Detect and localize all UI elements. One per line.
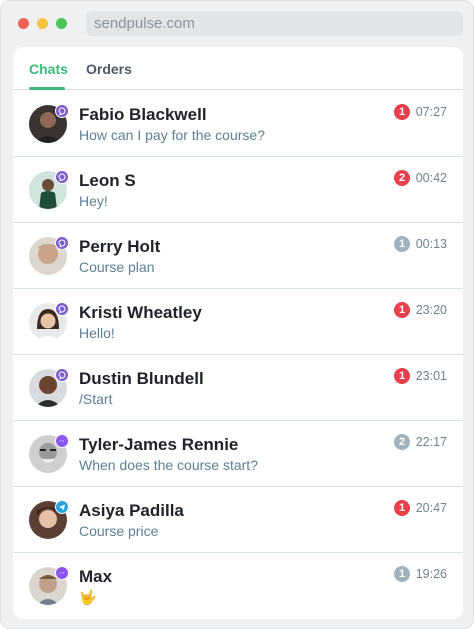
telegram-icon (55, 500, 69, 514)
chat-row-leon-s[interactable]: Leon S Hey! 2 00:42 (13, 157, 463, 223)
last-message: Course price (79, 523, 159, 539)
tab-chats[interactable]: Chats (29, 61, 68, 77)
unread-count-badge: 2 (394, 170, 410, 186)
message-time: 00:13 (415, 237, 447, 251)
address-bar[interactable]: sendpulse.com (86, 11, 463, 36)
unread-count-badge: 1 (394, 104, 410, 120)
chat-row-fabio-blackwell[interactable]: Fabio Blackwell How can I pay for the co… (13, 91, 463, 157)
viber-icon (55, 236, 69, 250)
message-time: 19:26 (415, 567, 447, 581)
contact-name: Dustin Blundell (79, 369, 204, 388)
chat-row-asiya-padilla[interactable]: Asiya Padilla Course price 1 20:47 (13, 487, 463, 553)
contact-name: Tyler-James Rennie (79, 435, 239, 454)
unread-count-badge: 1 (394, 566, 410, 582)
unread-count-badge: 1 (394, 368, 410, 384)
viber-icon (55, 104, 69, 118)
last-message: How can I pay for the course? (79, 127, 265, 143)
contact-name: Fabio Blackwell (79, 105, 207, 124)
tab-orders[interactable]: Orders (86, 61, 132, 77)
chat-row-dustin-blundell[interactable]: Dustin Blundell /Start 1 23:01 (13, 355, 463, 421)
unread-count-badge: 2 (394, 434, 410, 450)
viber-icon (55, 170, 69, 184)
chat-list: Fabio Blackwell How can I pay for the co… (13, 91, 463, 619)
contact-name: Max (79, 567, 113, 586)
chat-row-tyler-james-rennie[interactable]: Tyler-James Rennie When does the course … (13, 421, 463, 487)
message-time: 23:01 (415, 369, 447, 383)
unread-count-badge: 1 (394, 302, 410, 318)
message-time: 07:27 (415, 105, 447, 119)
messenger-icon (55, 566, 69, 580)
viber-icon (55, 302, 69, 316)
contact-name: Asiya Padilla (79, 501, 184, 520)
close-window-button[interactable] (18, 18, 29, 29)
message-time: 23:20 (415, 303, 447, 317)
maximize-window-button[interactable] (56, 18, 67, 29)
active-tab-indicator (29, 87, 65, 90)
last-message: 🤟 (79, 589, 97, 605)
last-message: /Start (79, 391, 113, 407)
title-bar: sendpulse.com (1, 1, 473, 45)
last-message: When does the course start? (79, 457, 258, 473)
chat-row-kristi-wheatley[interactable]: Kristi Wheatley Hello! 1 23:20 (13, 289, 463, 355)
chat-row-max[interactable]: Max 🤟 1 19:26 (13, 553, 463, 619)
unread-count-badge: 1 (394, 500, 410, 516)
tab-bar: Chats Orders (13, 47, 463, 90)
last-message: Hey! (79, 193, 108, 209)
contact-name: Perry Holt (79, 237, 161, 256)
viber-icon (55, 368, 69, 382)
chat-row-perry-holt[interactable]: Perry Holt Course plan 1 00:13 (13, 223, 463, 289)
last-message: Course plan (79, 259, 155, 275)
message-time: 22:17 (415, 435, 447, 449)
contact-name: Leon S (79, 171, 136, 190)
contact-name: Kristi Wheatley (79, 303, 202, 322)
message-time: 00:42 (415, 171, 447, 185)
unread-count-badge: 1 (394, 236, 410, 252)
minimize-window-button[interactable] (37, 18, 48, 29)
messenger-icon (55, 434, 69, 448)
message-time: 20:47 (415, 501, 447, 515)
chat-panel: Chats Orders Fabio Blackwell How can I p… (13, 47, 463, 619)
browser-window: sendpulse.com Chats Orders Fabio Blackwe… (0, 0, 474, 629)
last-message: Hello! (79, 325, 115, 341)
